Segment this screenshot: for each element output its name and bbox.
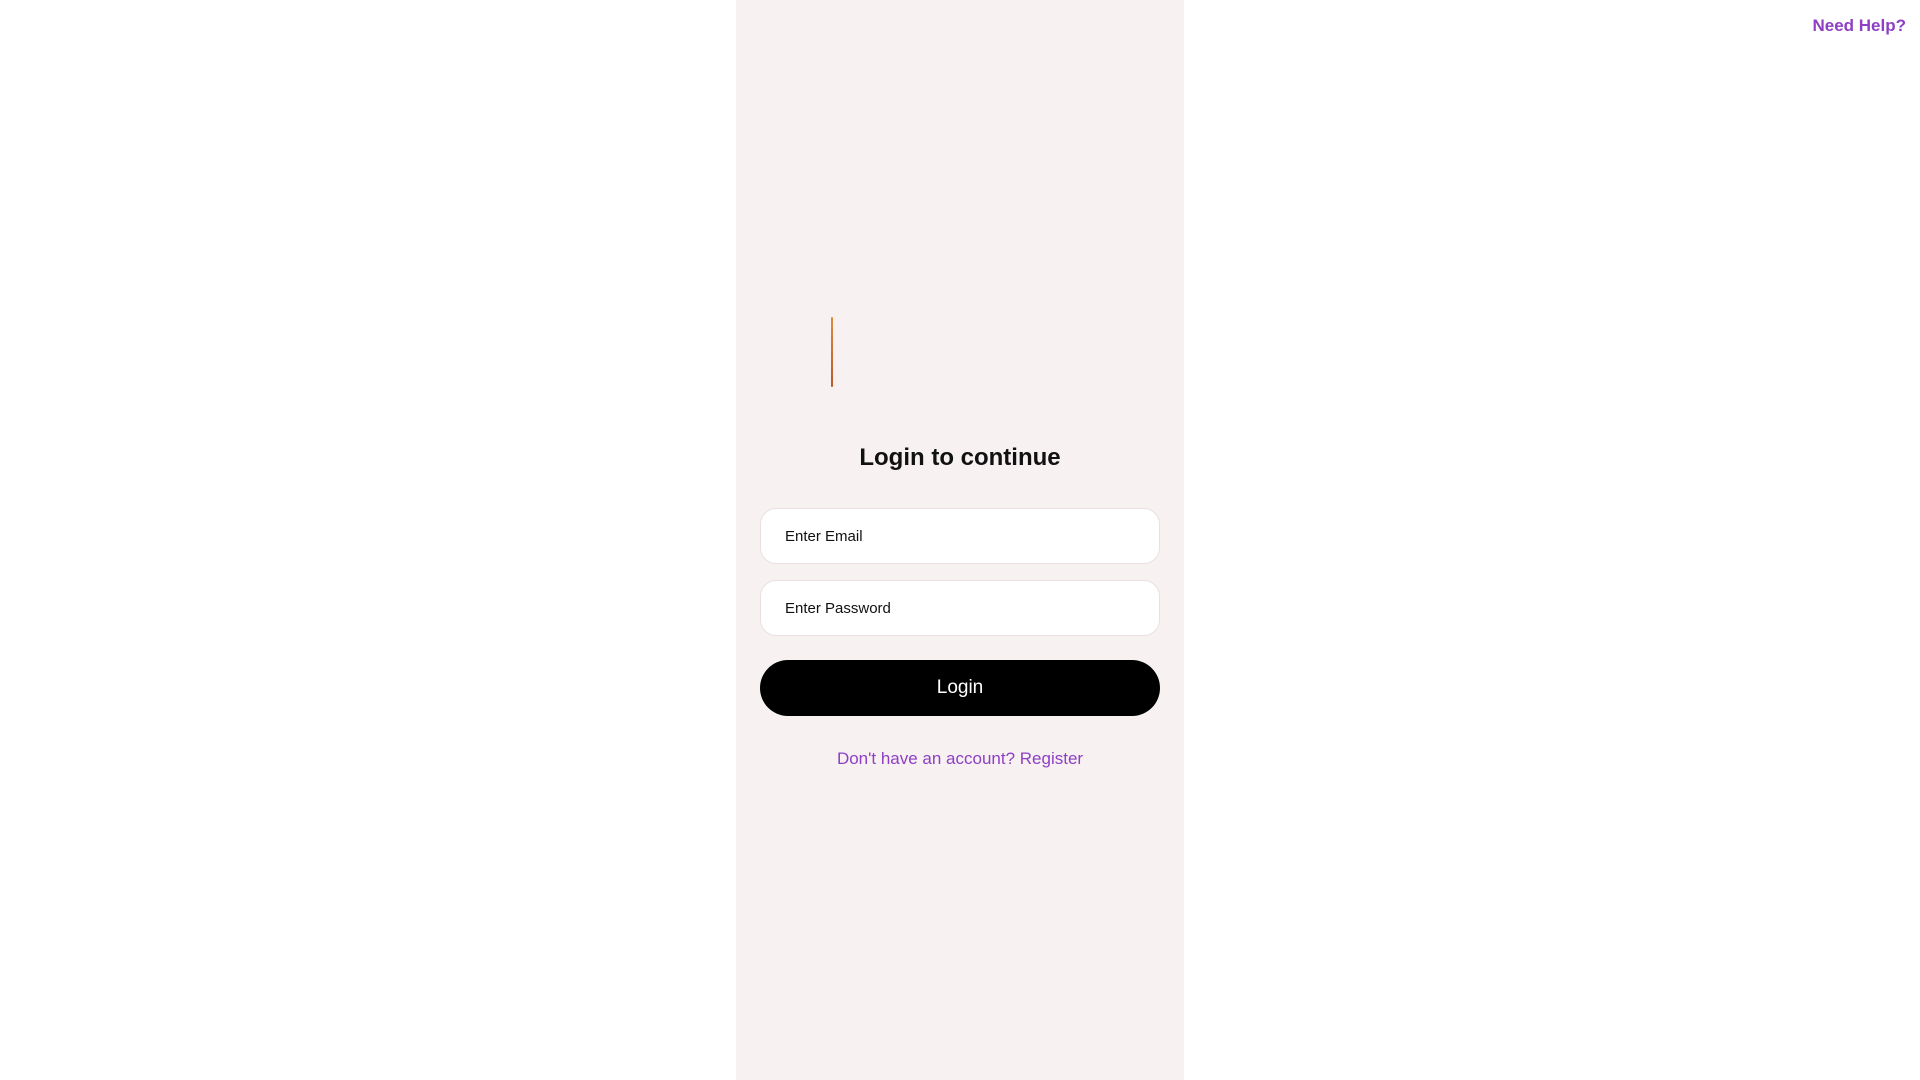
brand-logo-icon [831,317,833,387]
login-title: Login to continue [859,444,1061,471]
password-field[interactable] [760,580,1160,636]
register-link[interactable]: Don't have an account? Register [736,749,1184,769]
login-panel: Login to continue Login Don't have an ac… [736,0,1184,1080]
need-help-link[interactable]: Need Help? [1812,16,1906,36]
login-page: Need Help? Login to continue Login Don't… [0,0,1920,1080]
login-button[interactable]: Login [760,660,1160,716]
email-field[interactable] [760,508,1160,564]
